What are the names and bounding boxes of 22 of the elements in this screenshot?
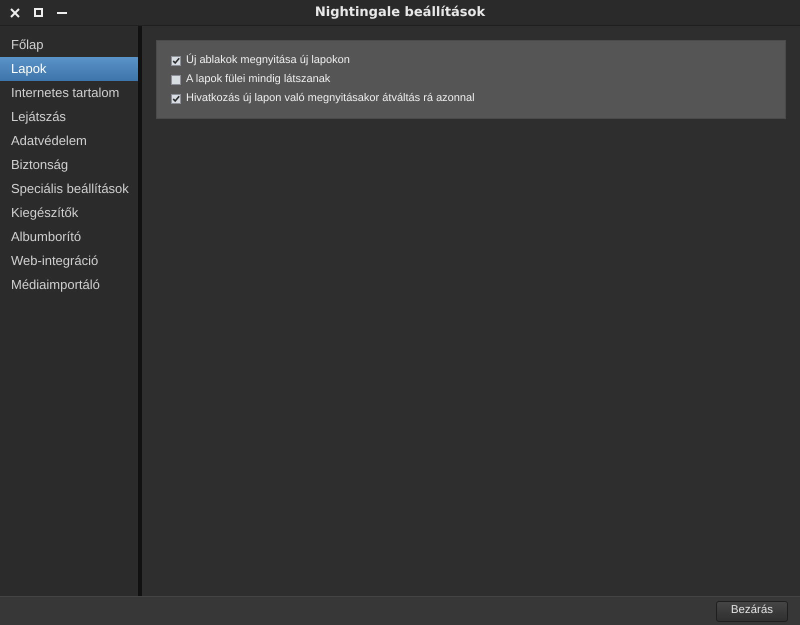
sidebar-item[interactable]: Lejátszás (0, 105, 138, 129)
sidebar-item[interactable]: Főlap (0, 33, 138, 57)
checkbox[interactable] (171, 56, 181, 66)
sidebar-item[interactable]: Médiaimportáló (0, 273, 138, 297)
maximize-icon[interactable] (34, 8, 43, 17)
close-icon[interactable] (10, 8, 20, 18)
sidebar-item[interactable]: Biztonság (0, 153, 138, 177)
sidebar-item[interactable]: Adatvédelem (0, 129, 138, 153)
option-label: A lapok fülei mindig látszanak (186, 72, 330, 88)
checkbox[interactable] (171, 94, 181, 104)
sidebar-item[interactable]: Albumborító (0, 225, 138, 249)
window-title: Nightingale beállítások (314, 4, 486, 22)
minimize-icon[interactable] (57, 10, 67, 14)
sidebar-item[interactable]: Internetes tartalom (0, 81, 138, 105)
checkbox[interactable] (171, 74, 181, 84)
option-label: Hivatkozás új lapon való megnyitásakor átváltás rá azonnal (186, 91, 475, 106)
sidebar-item[interactable]: Speciális beállítások (0, 177, 138, 201)
option-label: Új ablakok megnyitása új lapokon (186, 52, 350, 68)
sidebar-item[interactable]: Lapok (0, 57, 138, 81)
close-button[interactable]: Bezárás (716, 600, 788, 622)
sidebar-item[interactable]: Web-integráció (0, 249, 138, 273)
sidebar-item[interactable]: Kiegészítők (0, 201, 138, 225)
